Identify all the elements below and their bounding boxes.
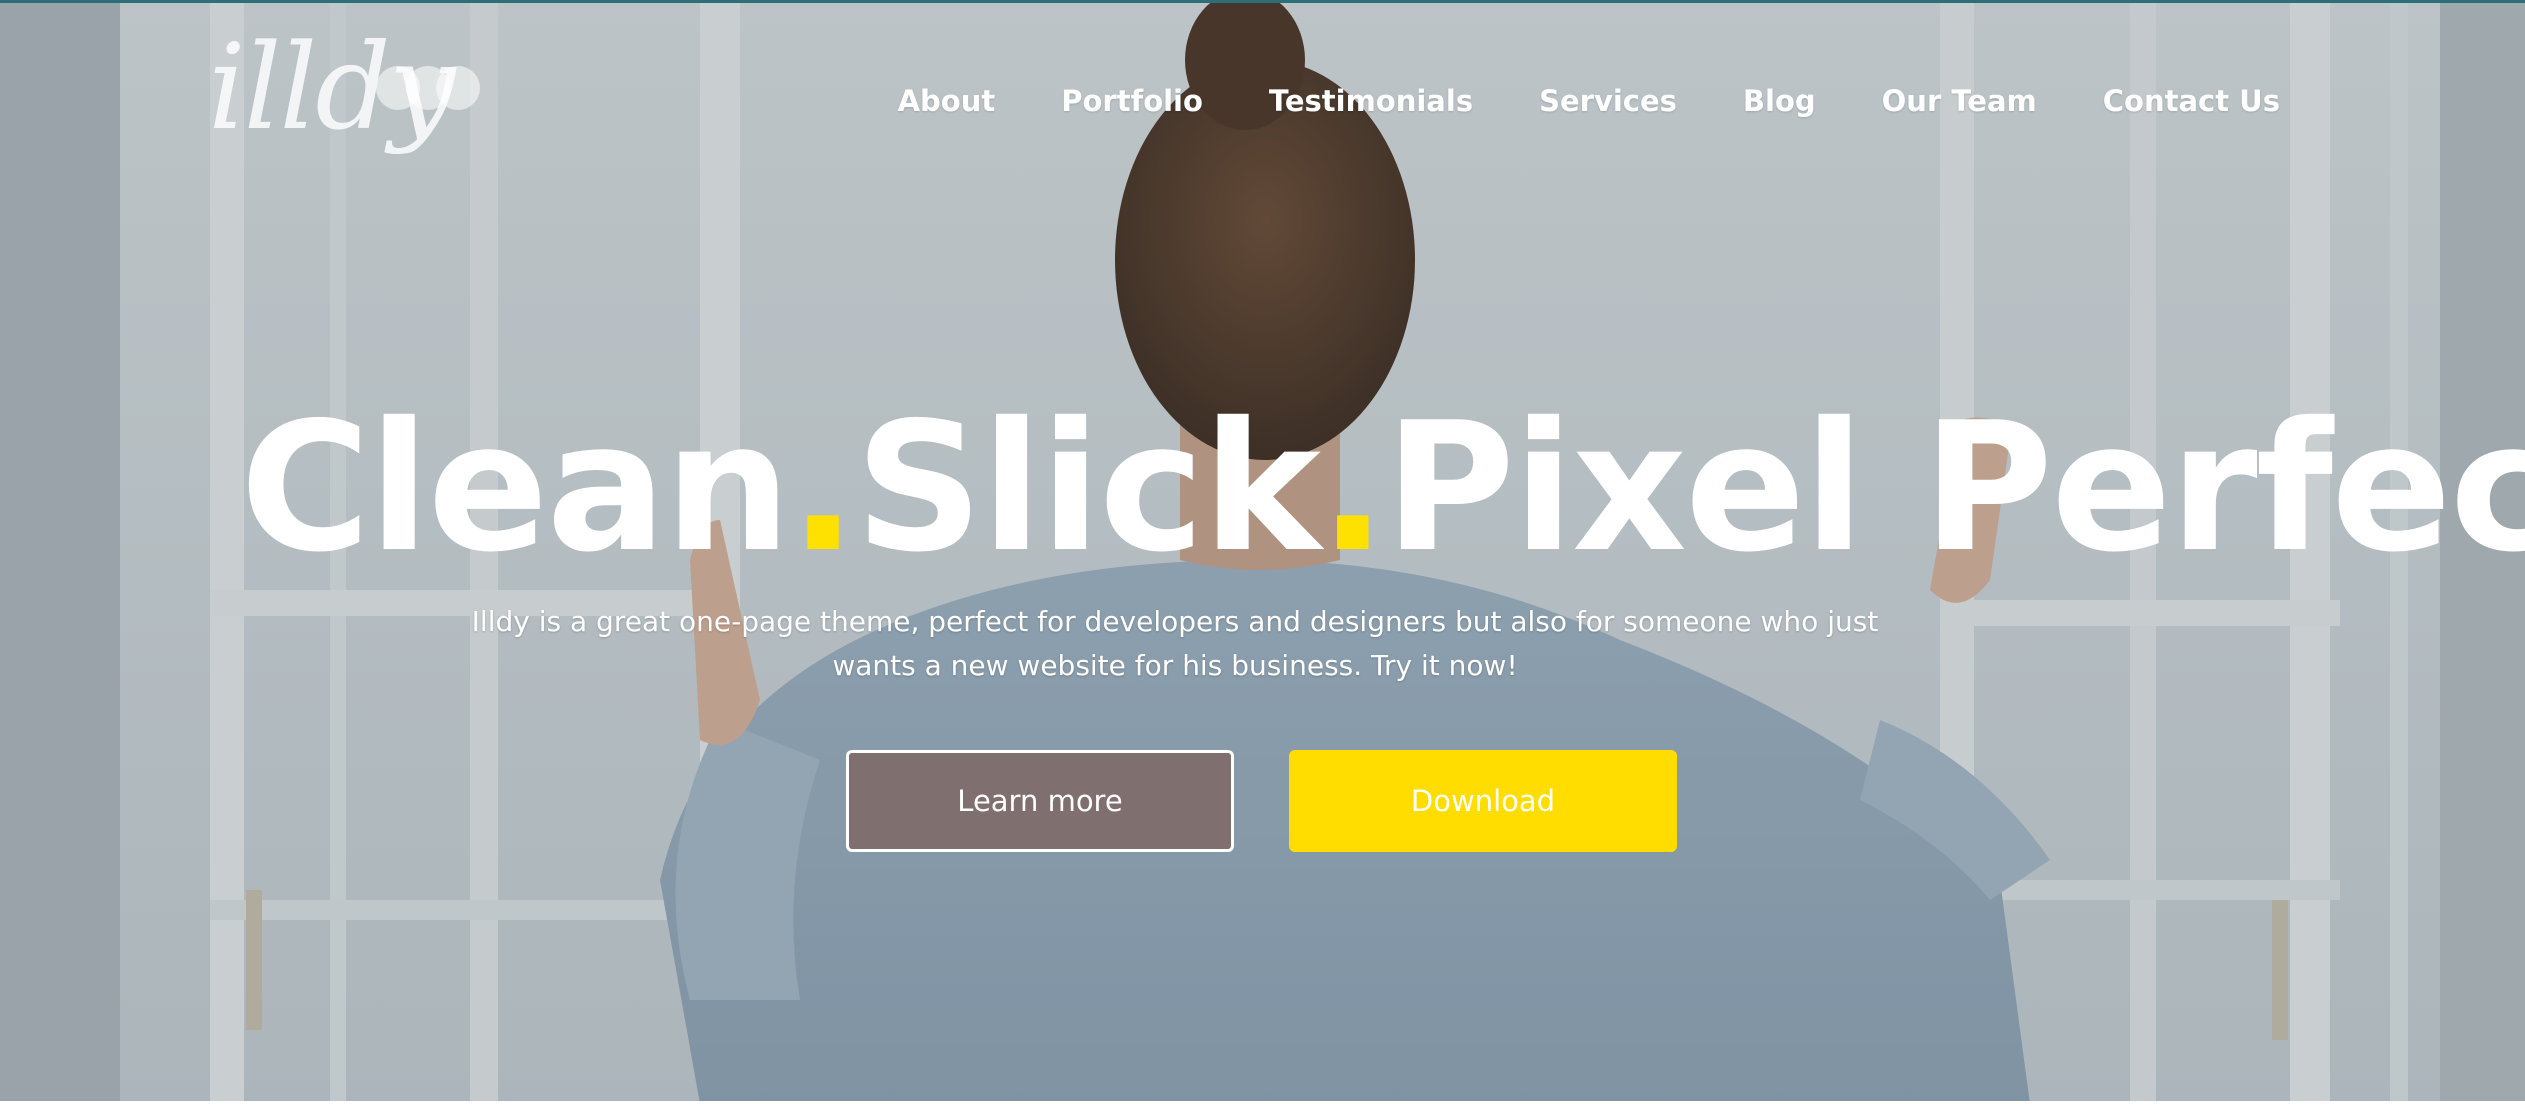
nav-item-about[interactable]: About — [898, 84, 996, 118]
hero-section: illdy About Portfolio Testimonials Servi… — [0, 0, 2525, 1104]
headline-dot: . — [789, 384, 857, 591]
nav-item-testimonials[interactable]: Testimonials — [1269, 84, 1473, 118]
headline-dot: . — [1318, 384, 1387, 591]
headline-word-clean: Clean — [240, 384, 791, 591]
download-button[interactable]: Download — [1289, 750, 1677, 852]
nav-item-blog[interactable]: Blog — [1743, 84, 1816, 118]
nav-item-services[interactable]: Services — [1539, 84, 1677, 118]
nav-item-portfolio[interactable]: Portfolio — [1061, 84, 1203, 118]
headline-word-slick: Slick — [854, 384, 1321, 591]
headline-word-pixel-perfect: Pixel Perfect — [1384, 384, 2525, 591]
hero-headline: Clean.Slick.Pixel Perfect — [240, 388, 2525, 588]
hero-subtitle: Illdy is a great one-page theme, perfect… — [471, 605, 1879, 682]
nav-item-our-team[interactable]: Our Team — [1882, 84, 2037, 118]
logo-dot-icon — [436, 66, 480, 110]
site-logo[interactable]: illdy — [208, 22, 488, 172]
learn-more-button[interactable]: Learn more — [846, 750, 1234, 852]
main-navigation: About Portfolio Testimonials Services Bl… — [898, 76, 2280, 126]
top-accent-stripe — [0, 0, 2525, 3]
nav-item-contact-us[interactable]: Contact Us — [2103, 84, 2280, 118]
